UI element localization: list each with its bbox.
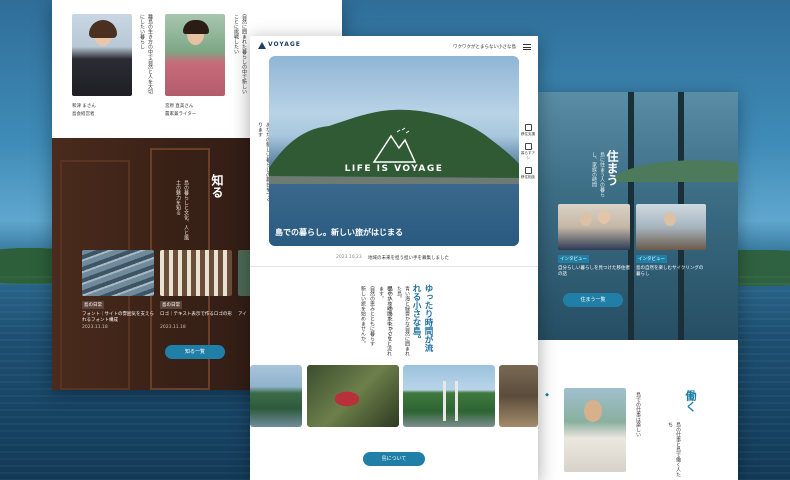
person2-quote: 自然に囲まれた暮らしの中で新しいことに挑戦したい xyxy=(233,14,247,94)
hero-title: LIFE IS VOYAGE xyxy=(344,164,444,174)
article2-thumb[interactable] xyxy=(160,250,232,296)
know-text: 島の暮らしと文化、人と風土の魅力を知る xyxy=(175,180,189,240)
article2-tag: 島の日常 xyxy=(160,301,182,309)
live-section: 住まう 島に住まう人の暮らし、家族の時間 インタビュー 自分らしい暮らしを見つけ… xyxy=(538,92,738,340)
divider xyxy=(250,266,538,267)
voyage-logo-icon xyxy=(258,42,266,49)
gallery-coast[interactable] xyxy=(250,365,302,427)
side-nav-item[interactable]: 移住支援 xyxy=(520,124,536,137)
about-island-button[interactable]: 島について xyxy=(363,452,425,466)
catch-copy: ゆったり時間が流れる小さな島。 xyxy=(411,284,433,352)
right-page-mockup: 住まう 島に住まう人の暮らし、家族の時間 インタビュー 自分らしい暮らしを見つけ… xyxy=(538,92,738,480)
site-header: VOYAGE ワクワクがとまらない小さな島 xyxy=(250,36,538,56)
know-title: 知る xyxy=(210,174,224,198)
gallery-bridge[interactable] xyxy=(403,365,495,427)
work-text: 島の仕事と島で働く人たち xyxy=(667,422,681,477)
live-article2-tag: インタビュー xyxy=(636,255,667,263)
news-text[interactable]: 地域の未来を担う担い手を募集しました xyxy=(368,255,449,261)
live-article1-thumb[interactable] xyxy=(558,204,630,250)
live-article1-title[interactable]: 自分らしい暮らしを見つけた移住者の話 xyxy=(558,265,630,277)
article2-date: 2023.11.18 xyxy=(160,325,186,330)
site-tagline: ワクワクがとまらない小さな島 xyxy=(453,45,516,50)
gallery-interior[interactable] xyxy=(499,365,538,427)
person2-role: 農家兼ライター xyxy=(165,112,197,117)
live-more-button[interactable]: 住まう一覧 xyxy=(563,293,623,307)
person2-photo xyxy=(165,14,225,96)
know-more-button[interactable]: 知る一覧 xyxy=(165,345,225,359)
work-quote: 島での仕事は楽しい xyxy=(635,392,641,437)
mountain-logo-icon xyxy=(372,127,417,163)
article1-tag: 島の日常 xyxy=(82,301,104,309)
person1-quote: 離島の生き方の中で自然と人を大切にしたい暮らし xyxy=(139,14,153,94)
news-date: 2023.10.23 xyxy=(336,255,362,260)
person1-photo xyxy=(72,14,132,96)
body-line-4: 自然の恵みとともに暮らす xyxy=(369,286,375,346)
side-nav: 移住支援 暮らすアシ 移住相談 xyxy=(520,124,536,186)
live-text: 島に住まう人の暮らし、家族の時間 xyxy=(591,152,605,197)
hero-image: LIFE IS VOYAGE 島での暮らし。新しい旅がはじまる xyxy=(269,56,519,246)
main-page-mockup: VOYAGE ワクワクがとまらない小さな島 あなたの新しい暮らしの舞台をつくりま… xyxy=(250,36,538,480)
live-title: 住まう xyxy=(605,150,619,186)
body-line-5: 新しい旅を始めませんか。 xyxy=(360,286,366,346)
side-nav-item[interactable]: 暮らすアシ xyxy=(520,143,536,161)
person1-name: 和津 まさん xyxy=(72,104,96,109)
live-article2-title[interactable]: 島の自然を楽しむサイクリングの暮らし xyxy=(636,265,706,277)
article1-thumb[interactable] xyxy=(82,250,154,296)
side-label: ◆ xyxy=(544,392,550,398)
hero-caption: 島での暮らし。新しい旅がはじまる xyxy=(275,228,403,237)
body-line-3: 穏やかな時間がゆっくりと流れます。 xyxy=(378,286,392,356)
menu-icon[interactable] xyxy=(523,44,531,50)
person1-role: 島会経営者 xyxy=(72,112,95,117)
article1-date: 2023.11.18 xyxy=(82,325,108,330)
work-title: 働く xyxy=(684,390,697,412)
gallery xyxy=(250,365,538,427)
hills xyxy=(538,132,738,182)
article2-title[interactable]: ロゴ｜テキスト表示で作るロゴの形 xyxy=(160,311,232,317)
worker-photo xyxy=(564,388,626,472)
body-line-1: 青い海と緑豊かな自然に囲まれた島。 xyxy=(396,286,410,356)
work-section: 島での仕事は楽しい 働く 島の仕事と島で働く人たち xyxy=(538,362,738,480)
side-nav-item[interactable]: 移住相談 xyxy=(520,167,536,180)
site-logo[interactable]: VOYAGE xyxy=(268,41,301,48)
live-article1-tag: インタビュー xyxy=(558,255,589,263)
live-article2-thumb[interactable] xyxy=(636,204,706,250)
article3-title: アイ xyxy=(238,312,247,317)
gallery-flower[interactable] xyxy=(307,365,399,427)
article1-title[interactable]: フォント｜サイトの雰囲気を支えられるフォント構成 xyxy=(82,311,154,323)
person2-name: 宮原 直美さん xyxy=(165,104,194,109)
